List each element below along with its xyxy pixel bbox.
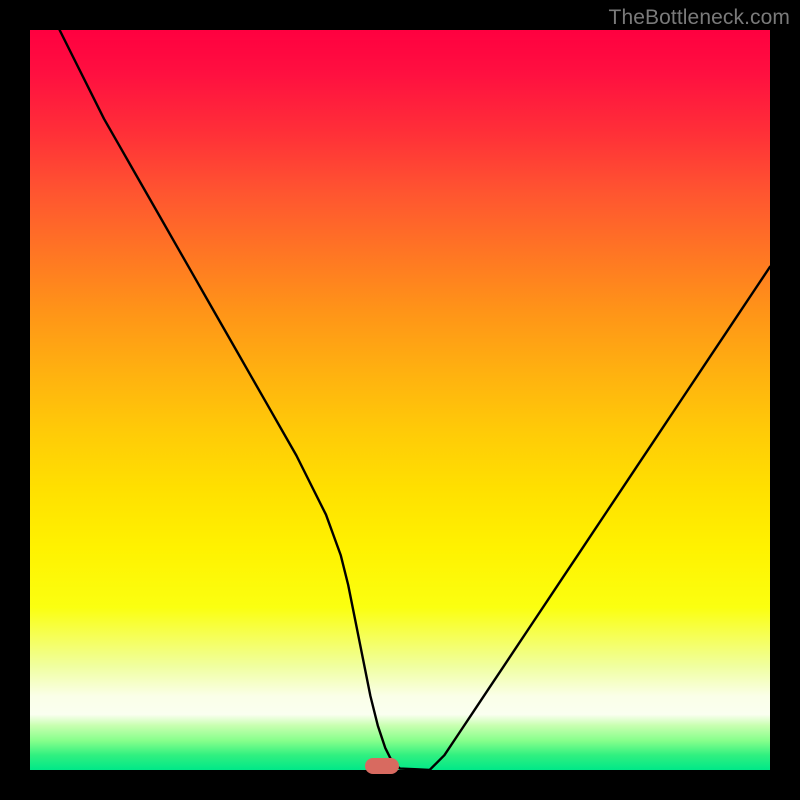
curve-line (30, 30, 770, 770)
plot-area (30, 30, 770, 770)
minimum-marker (365, 758, 399, 774)
chart-frame: TheBottleneck.com (0, 0, 800, 800)
watermark-text: TheBottleneck.com (609, 6, 790, 30)
